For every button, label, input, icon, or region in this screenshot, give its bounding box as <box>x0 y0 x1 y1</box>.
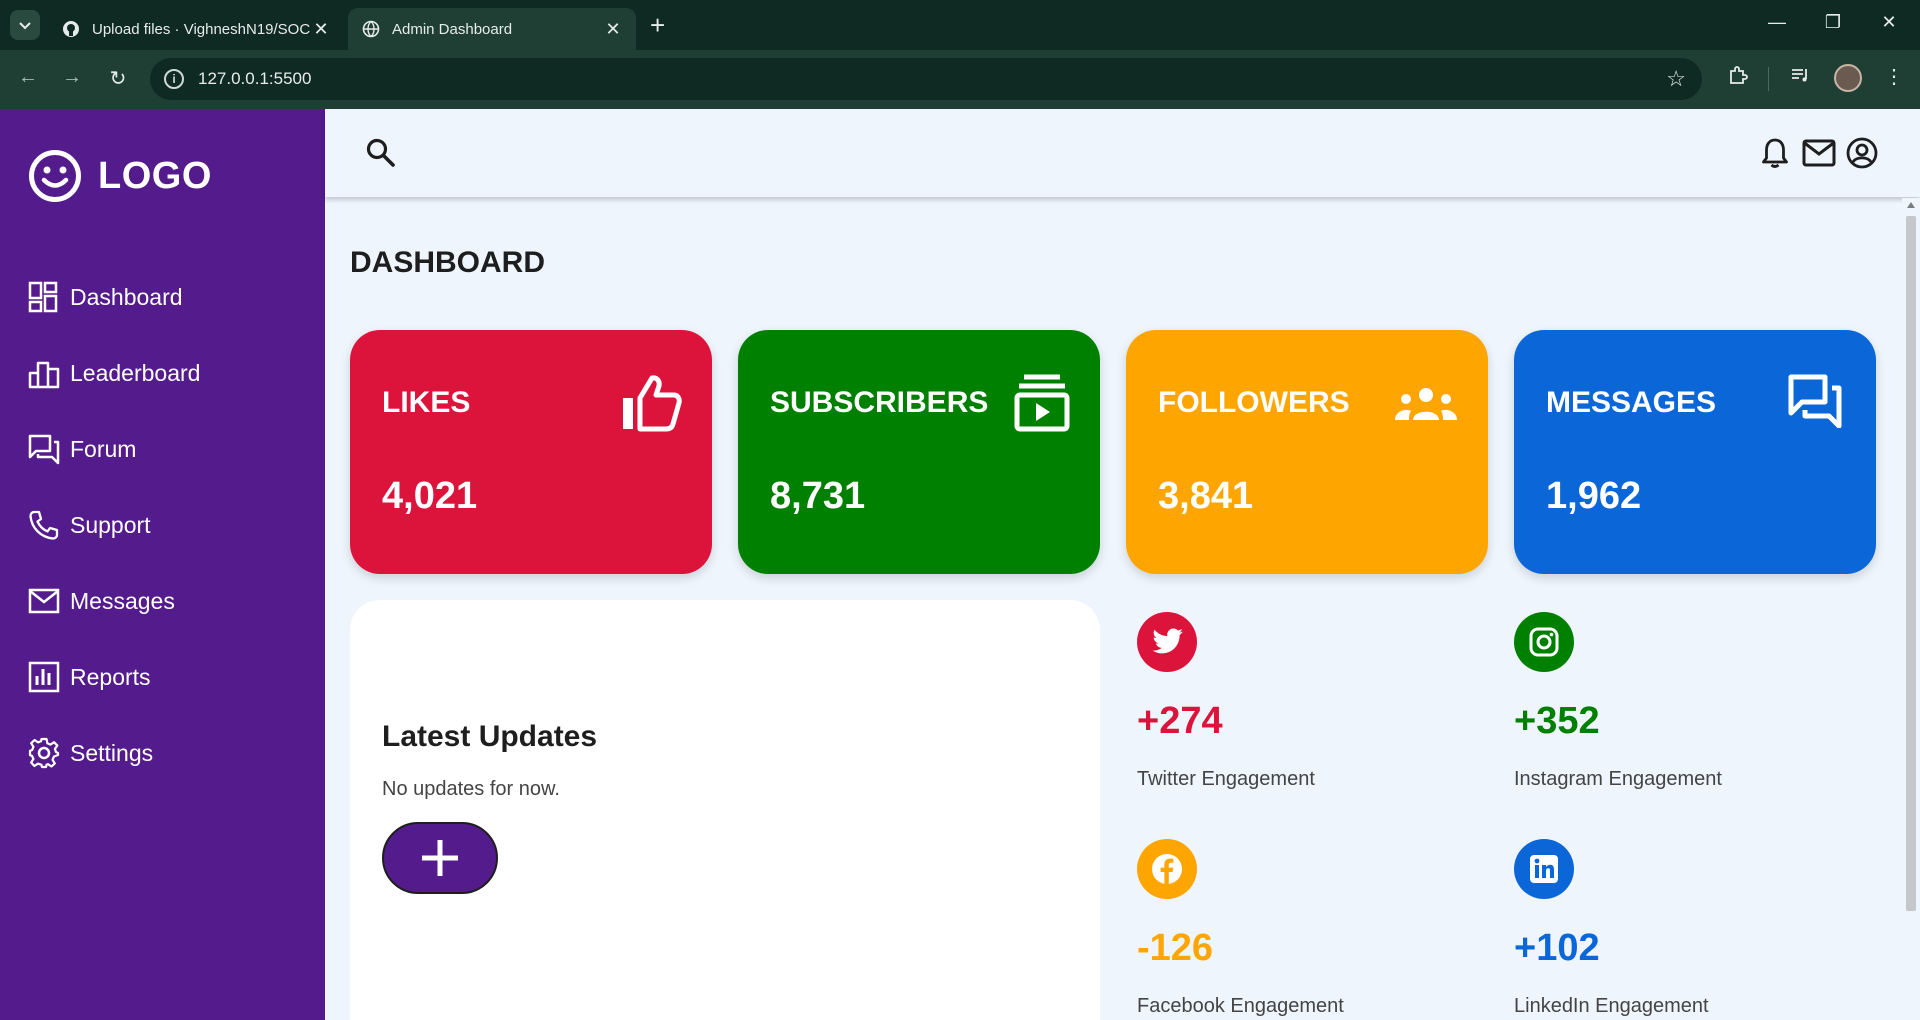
sidebar-item-label: Dashboard <box>70 283 183 310</box>
instagram-icon[interactable] <box>1514 612 1574 672</box>
mail-icon <box>28 588 60 614</box>
subscriptions-icon <box>1014 374 1070 432</box>
plus-icon <box>422 840 458 876</box>
stat-value: +352 <box>1514 700 1600 742</box>
minimize-button[interactable]: — <box>1762 12 1792 33</box>
page-scrollbar[interactable] <box>1902 198 1920 1020</box>
card-value: 3,841 <box>1158 475 1254 517</box>
top-bar <box>325 109 1920 197</box>
card-value: 8,731 <box>770 475 866 517</box>
group-icon <box>1395 388 1457 420</box>
window-close-button[interactable]: ✕ <box>1874 12 1904 33</box>
forum-icon <box>28 434 60 465</box>
new-tab-button[interactable]: + <box>650 12 665 38</box>
reload-button[interactable]: ↻ <box>104 66 132 91</box>
sidebar-item-settings[interactable]: Settings <box>28 735 153 771</box>
sidebar-item-dashboard[interactable]: Dashboard <box>28 279 183 315</box>
followers-card[interactable]: FOLLOWERS 3,841 <box>1126 330 1488 574</box>
linkedin-engagement: +102 LinkedIn Engagement <box>1514 839 1814 1020</box>
instagram-engagement: +352 Instagram Engagement <box>1514 612 1814 812</box>
stat-value: +102 <box>1514 927 1600 969</box>
messages-card[interactable]: MESSAGES 1,962 <box>1514 330 1876 574</box>
restore-button[interactable]: ❐ <box>1818 12 1848 33</box>
card-title: LIKES <box>382 386 471 419</box>
twitter-engagement: +274 Twitter Engagement <box>1137 612 1437 812</box>
card-title: FOLLOWERS <box>1158 386 1350 419</box>
sidebar-item-support[interactable]: Support <box>28 507 151 543</box>
logo-text: LOGO <box>98 154 212 197</box>
sidebar-item-label: Forum <box>70 435 137 462</box>
bell-icon[interactable] <box>1760 137 1790 169</box>
sidebar-item-reports[interactable]: Reports <box>28 659 151 695</box>
forum-icon <box>1788 374 1842 428</box>
chevron-down-icon <box>19 22 31 30</box>
sidebar-item-label: Support <box>70 511 151 538</box>
sidebar-item-label: Reports <box>70 663 151 690</box>
thumbs-up-icon <box>623 375 682 432</box>
info-icon[interactable]: i <box>164 69 184 89</box>
card-title: MESSAGES <box>1546 386 1717 419</box>
leaderboard-icon <box>28 361 60 389</box>
likes-card[interactable]: LIKES 4,021 <box>350 330 712 574</box>
browser-tab-bar: Upload files · VighneshN19/SOC ✕ Admin D… <box>0 0 1920 50</box>
close-icon[interactable]: ✕ <box>604 19 622 40</box>
back-button[interactable]: ← <box>14 66 42 89</box>
menu-icon[interactable]: ⋮ <box>1880 64 1908 89</box>
scroll-up-arrow[interactable] <box>1907 202 1915 208</box>
sidebar-item-label: Messages <box>70 587 175 614</box>
tab-title: Upload files · VighneshN19/SOC <box>92 20 311 38</box>
tab-admin-dashboard[interactable]: Admin Dashboard ✕ <box>348 8 636 50</box>
stat-label: Facebook Engagement <box>1137 995 1344 1017</box>
profile-avatar[interactable] <box>1834 64 1862 92</box>
card-value: 4,021 <box>382 475 478 517</box>
stat-label: Twitter Engagement <box>1137 768 1315 790</box>
extensions-icon[interactable] <box>1724 64 1752 92</box>
address-bar[interactable]: i 127.0.0.1:5500 ☆ <box>150 58 1702 100</box>
stat-value: +274 <box>1137 700 1223 742</box>
search-icon[interactable] <box>365 137 397 169</box>
stat-value: -126 <box>1137 927 1214 969</box>
url-text[interactable]: 127.0.0.1:5500 <box>198 69 311 89</box>
gear-icon <box>28 737 60 769</box>
scroll-thumb[interactable] <box>1906 216 1916 911</box>
linkedin-icon[interactable] <box>1514 839 1574 899</box>
browser-toolbar: ← → ↻ i 127.0.0.1:5500 ☆ ⋮ <box>0 50 1920 109</box>
latest-updates-panel: Latest Updates No updates for now. <box>350 600 1100 1020</box>
page-title: DASHBOARD <box>350 246 545 279</box>
reports-icon <box>28 661 60 693</box>
updates-title: Latest Updates <box>382 720 598 753</box>
account-icon[interactable] <box>1846 137 1878 169</box>
sidebar-item-leaderboard[interactable]: Leaderboard <box>28 355 200 391</box>
twitter-icon[interactable] <box>1137 612 1197 672</box>
star-icon[interactable]: ☆ <box>1666 66 1686 92</box>
close-icon[interactable]: ✕ <box>312 19 330 40</box>
media-control-icon[interactable] <box>1786 64 1814 92</box>
github-icon <box>62 20 80 38</box>
toolbar-divider <box>1768 67 1769 91</box>
subscribers-card[interactable]: SUBSCRIBERS 8,731 <box>738 330 1100 574</box>
forward-button[interactable]: → <box>58 66 86 89</box>
sidebar-item-forum[interactable]: Forum <box>28 431 136 467</box>
sidebar-item-label: Leaderboard <box>70 359 201 386</box>
facebook-icon[interactable] <box>1137 839 1197 899</box>
globe-icon <box>362 20 380 38</box>
sidebar-item-messages[interactable]: Messages <box>28 583 175 619</box>
sidebar-item-label: Settings <box>70 739 154 766</box>
stat-label: LinkedIn Engagement <box>1514 995 1709 1017</box>
smiley-icon <box>29 150 81 202</box>
tab-search-button[interactable] <box>10 10 40 40</box>
sidebar: LOGO Dashboard Leaderboard Forum Support <box>0 109 325 1020</box>
updates-text: No updates for now. <box>382 778 560 800</box>
tab-upload-files[interactable]: Upload files · VighneshN19/SOC ✕ <box>48 8 344 50</box>
add-update-button[interactable] <box>382 822 498 894</box>
logo[interactable]: LOGO <box>28 149 212 203</box>
mail-icon[interactable] <box>1802 139 1836 167</box>
tab-title: Admin Dashboard <box>392 20 513 38</box>
dashboard-icon <box>28 281 58 313</box>
card-value: 1,962 <box>1546 475 1642 517</box>
stat-label: Instagram Engagement <box>1514 768 1722 790</box>
facebook-engagement: -126 Facebook Engagement <box>1137 839 1437 1020</box>
card-title: SUBSCRIBERS <box>770 386 989 419</box>
phone-icon <box>29 510 59 540</box>
